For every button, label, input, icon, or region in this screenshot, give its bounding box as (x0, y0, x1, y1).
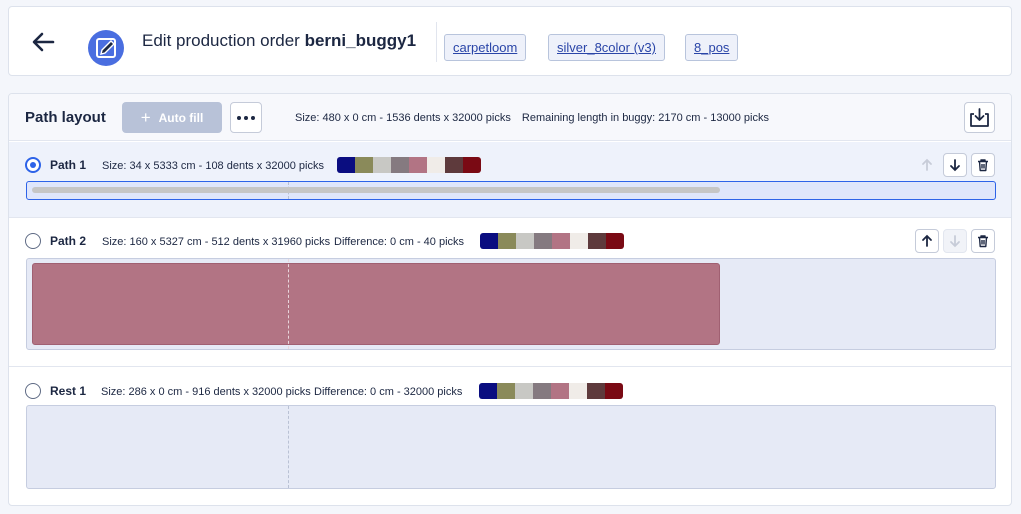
trash-icon (978, 235, 988, 248)
path-2-name: Path 2 (50, 234, 87, 248)
path-row-rest[interactable]: Rest 1 Size: 286 x 0 cm - 916 dents x 32… (9, 367, 1011, 505)
rest-1-radio[interactable] (25, 383, 41, 399)
color-swatch (355, 157, 373, 173)
color-swatch (605, 383, 623, 399)
path-row-1[interactable]: Path 1 Size: 34 x 5333 cm - 108 dents x … (9, 142, 1011, 218)
path-2-size: Size: 160 x 5327 cm - 512 dents x 31960 … (102, 236, 331, 248)
color-swatch (391, 157, 409, 173)
title-order-name: berni_buggy1 (304, 31, 417, 50)
color-swatch (409, 157, 427, 173)
dot-icon (251, 115, 255, 120)
color-swatch (533, 383, 551, 399)
back-arrow-icon[interactable] (31, 31, 55, 53)
arrow-down-icon (950, 235, 960, 248)
rest-1-difference: Difference: 0 cm - 32000 picks (314, 386, 463, 398)
remaining-length-text: Remaining length in buggy: 2170 cm - 130… (521, 112, 769, 124)
path-row-2[interactable]: Path 2 Size: 160 x 5327 cm - 512 dents x… (9, 218, 1011, 367)
path-2-track[interactable] (26, 258, 996, 350)
path-1-name: Path 1 (50, 158, 87, 172)
color-swatch (498, 233, 516, 249)
move-up-button[interactable] (915, 153, 939, 177)
rest-1-track[interactable] (26, 405, 996, 489)
color-swatch (606, 233, 624, 249)
color-swatch (587, 383, 605, 399)
path-2-color-swatches (480, 233, 624, 249)
color-swatch (479, 383, 497, 399)
edit-order-icon (88, 30, 124, 66)
download-tray-icon (970, 108, 989, 127)
more-options-button[interactable] (230, 102, 262, 133)
move-down-button[interactable] (943, 229, 967, 253)
color-swatch (570, 233, 588, 249)
path-layout-toolbar: Path layout + Auto fill Size: 480 x 0 cm… (9, 94, 1011, 141)
color-swatch (427, 157, 445, 173)
arrow-down-icon (950, 159, 960, 172)
center-line (288, 406, 289, 488)
color-swatch (551, 383, 569, 399)
path-1-track[interactable] (26, 181, 996, 200)
dot-icon (244, 115, 248, 120)
color-swatch (516, 233, 534, 249)
delete-button[interactable] (971, 153, 995, 177)
path-2-difference: Difference: 0 cm - 40 picks (334, 236, 465, 248)
arrow-up-icon (922, 158, 932, 171)
tag-color-setup[interactable]: silver_8color (v3) (548, 34, 665, 61)
path-1-radio[interactable] (25, 157, 41, 173)
tag-positions[interactable]: 8_pos (685, 34, 739, 61)
delete-button[interactable] (971, 229, 995, 253)
path-layout-panel: Path layout + Auto fill Size: 480 x 0 cm… (8, 93, 1012, 506)
path-1-color-swatches (337, 157, 481, 173)
tag-machine[interactable]: carpetloom (444, 34, 527, 61)
rest-1-color-swatches (479, 383, 623, 399)
move-down-button[interactable] (943, 153, 967, 177)
dot-icon (237, 115, 241, 120)
layout-size-text: Size: 480 x 0 cm - 1536 dents x 32000 pi… (295, 112, 511, 124)
arrow-up-icon (922, 234, 932, 247)
layout-info: Size: 480 x 0 cm - 1536 dents x 32000 pi… (295, 112, 769, 124)
color-swatch (515, 383, 533, 399)
header-bar: Edit production order berni_buggy1 carpe… (8, 6, 1012, 76)
rest-1-size: Size: 286 x 0 cm - 916 dents x 32000 pic… (101, 386, 311, 398)
page-title: Edit production order berni_buggy1 (142, 31, 416, 51)
auto-fill-label: Auto fill (158, 110, 204, 125)
path-1-fill (32, 187, 720, 193)
color-swatch (445, 157, 463, 173)
color-swatch (552, 233, 570, 249)
path-2-radio[interactable] (25, 233, 41, 249)
rest-1-name: Rest 1 (50, 384, 87, 398)
color-swatch (588, 233, 606, 249)
center-line (288, 259, 289, 349)
export-button[interactable] (964, 102, 995, 133)
color-swatch (534, 233, 552, 249)
title-prefix: Edit production order (142, 31, 300, 50)
panel-title: Path layout (25, 109, 106, 126)
color-swatch (497, 383, 515, 399)
color-swatch (480, 233, 498, 249)
move-up-button[interactable] (915, 229, 939, 253)
auto-fill-button[interactable]: + Auto fill (122, 102, 222, 133)
plus-icon: + (140, 107, 151, 127)
color-swatch (337, 157, 355, 173)
color-swatch (373, 157, 391, 173)
path-2-fill (32, 263, 720, 345)
trash-icon (978, 159, 988, 172)
path-1-size: Size: 34 x 5333 cm - 108 dents x 32000 p… (102, 160, 324, 172)
color-swatch (569, 383, 587, 399)
color-swatch (463, 157, 481, 173)
header-divider (436, 22, 437, 62)
